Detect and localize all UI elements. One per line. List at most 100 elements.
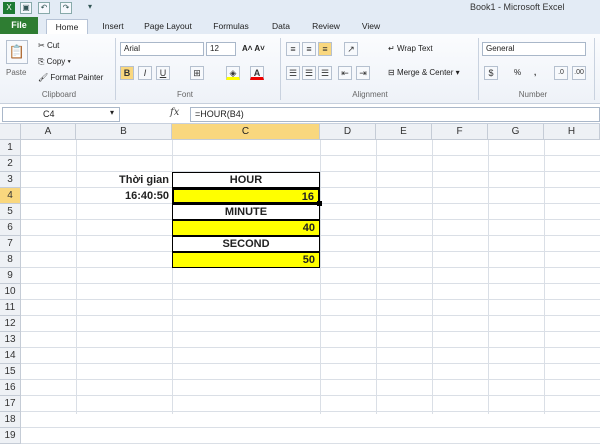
align-bottom-icon[interactable]: ≡ bbox=[318, 42, 332, 56]
row-header-17[interactable]: 17 bbox=[0, 396, 21, 412]
row-header-14[interactable]: 14 bbox=[0, 348, 21, 364]
align-left-icon[interactable]: ☰ bbox=[286, 66, 300, 80]
select-all-corner[interactable] bbox=[0, 124, 21, 140]
currency-icon[interactable]: $ bbox=[484, 66, 498, 80]
percent-button[interactable]: % bbox=[514, 66, 521, 80]
row-header-19[interactable]: 19 bbox=[0, 428, 21, 444]
cell-b3[interactable]: Thời gian bbox=[77, 172, 171, 188]
tab-data[interactable]: Data bbox=[266, 19, 296, 34]
column-header-a[interactable]: A bbox=[21, 124, 76, 140]
window-title: Book1 - Microsoft Excel bbox=[470, 2, 565, 12]
comma-button[interactable]: , bbox=[534, 66, 536, 80]
font-color-icon[interactable]: A bbox=[250, 66, 264, 80]
group-divider bbox=[280, 38, 281, 100]
cell-c8[interactable]: 50 bbox=[172, 252, 320, 268]
group-clipboard-label: Clipboard bbox=[41, 90, 77, 99]
decrease-indent-icon[interactable]: ⇤ bbox=[338, 66, 352, 80]
row-header-8[interactable]: 8 bbox=[0, 252, 21, 268]
tab-formulas[interactable]: Formulas bbox=[208, 19, 254, 34]
tab-home[interactable]: Home bbox=[46, 19, 88, 34]
align-right-icon[interactable]: ☰ bbox=[318, 66, 332, 80]
decrease-decimal-icon[interactable]: .00 bbox=[572, 66, 586, 80]
tab-file[interactable]: File bbox=[0, 17, 38, 34]
row-header-1[interactable]: 1 bbox=[0, 140, 21, 156]
cell-c6[interactable]: 40 bbox=[172, 220, 320, 236]
row-header-12[interactable]: 12 bbox=[0, 316, 21, 332]
paste-icon[interactable]: 📋 bbox=[6, 40, 28, 64]
redo-icon[interactable]: ↷ bbox=[60, 2, 72, 14]
row-header-5[interactable]: 5 bbox=[0, 204, 21, 220]
spreadsheet-grid[interactable]: A B C D E F G H 1 2 3 4 5 6 7 8 9 10 11 12 13 14 15 16 1… bbox=[0, 124, 600, 444]
copy-label: Copy bbox=[46, 57, 66, 66]
row-header-15[interactable]: 15 bbox=[0, 364, 21, 380]
row-header-10[interactable]: 10 bbox=[0, 284, 21, 300]
column-header-b[interactable]: B bbox=[76, 124, 172, 140]
row-header-9[interactable]: 9 bbox=[0, 268, 21, 284]
copy-button[interactable]: ⎘ Copy ▾ bbox=[38, 55, 71, 69]
column-header-g[interactable]: G bbox=[488, 124, 544, 140]
scissors-icon: ✂ bbox=[38, 41, 47, 50]
column-header-f[interactable]: F bbox=[432, 124, 488, 140]
cell-c5[interactable]: MINUTE bbox=[172, 204, 320, 220]
gridline bbox=[320, 140, 321, 414]
cell-b4[interactable]: 16:40:50 bbox=[77, 188, 171, 204]
tab-insert[interactable]: Insert bbox=[96, 19, 130, 34]
align-center-icon[interactable]: ☰ bbox=[302, 66, 316, 80]
wrap-text-button[interactable]: ↵ Wrap Text bbox=[388, 42, 433, 56]
merge-center-button[interactable]: ⊟ Merge & Center ▾ bbox=[388, 66, 460, 80]
cut-label: Cut bbox=[46, 41, 60, 50]
insert-function-button[interactable]: fx bbox=[170, 107, 179, 118]
cell-c4[interactable]: 16 bbox=[172, 188, 320, 204]
fill-color-icon[interactable]: ◈ bbox=[226, 66, 240, 80]
increase-indent-icon[interactable]: ⇥ bbox=[356, 66, 370, 80]
row-header-2[interactable]: 2 bbox=[0, 156, 21, 172]
formula-input[interactable]: =HOUR(B4) bbox=[190, 107, 600, 122]
italic-button[interactable]: I bbox=[138, 66, 152, 80]
paste-button[interactable]: Paste bbox=[6, 66, 26, 80]
customize-quick-access-icon[interactable]: ▾ bbox=[84, 2, 96, 14]
row-header-7[interactable]: 7 bbox=[0, 236, 21, 252]
gridline bbox=[376, 140, 377, 414]
grow-font-icon[interactable]: A˄ A˅ bbox=[242, 42, 265, 56]
fill-handle[interactable] bbox=[317, 201, 322, 206]
row-header-3[interactable]: 3 bbox=[0, 172, 21, 188]
borders-icon[interactable]: ⊞ bbox=[190, 66, 204, 80]
row-header-16[interactable]: 16 bbox=[0, 380, 21, 396]
column-header-h[interactable]: H bbox=[544, 124, 600, 140]
name-box-dropdown-icon[interactable]: ▾ bbox=[110, 108, 114, 117]
row-header-4[interactable]: 4 bbox=[0, 188, 21, 204]
align-middle-icon[interactable]: ≡ bbox=[302, 42, 316, 56]
column-header-d[interactable]: D bbox=[320, 124, 376, 140]
cell-c3[interactable]: HOUR bbox=[172, 172, 320, 188]
row-header-6[interactable]: 6 bbox=[0, 220, 21, 236]
merge-center-label: Merge & Center bbox=[396, 68, 454, 77]
undo-icon[interactable]: ↶ bbox=[38, 2, 50, 14]
row-header-11[interactable]: 11 bbox=[0, 300, 21, 316]
orientation-icon[interactable]: ↗ bbox=[344, 42, 358, 56]
gridline bbox=[21, 363, 600, 364]
save-icon[interactable]: ▣ bbox=[20, 2, 32, 14]
tab-review[interactable]: Review bbox=[306, 19, 346, 34]
cut-button[interactable]: ✂ Cut bbox=[38, 39, 59, 53]
gridline bbox=[21, 299, 600, 300]
gridline bbox=[21, 427, 600, 428]
name-box[interactable]: C4 bbox=[2, 107, 120, 122]
format-painter-button[interactable]: 🖌 Format Painter bbox=[38, 71, 103, 85]
column-header-c[interactable]: C bbox=[172, 124, 320, 140]
column-header-e[interactable]: E bbox=[376, 124, 432, 140]
wrap-text-icon: ↵ bbox=[388, 44, 397, 53]
group-font-label: Font bbox=[176, 90, 193, 99]
increase-decimal-icon[interactable]: .0 bbox=[554, 66, 568, 80]
bold-button[interactable]: B bbox=[120, 66, 134, 80]
align-top-icon[interactable]: ≡ bbox=[286, 42, 300, 56]
tab-view[interactable]: View bbox=[356, 19, 386, 34]
row-header-13[interactable]: 13 bbox=[0, 332, 21, 348]
tab-page-layout[interactable]: Page Layout bbox=[138, 19, 198, 34]
underline-button[interactable]: U bbox=[156, 66, 170, 80]
gridline bbox=[21, 283, 600, 284]
number-format-select[interactable]: General bbox=[482, 42, 586, 56]
row-header-18[interactable]: 18 bbox=[0, 412, 21, 428]
cell-c7[interactable]: SECOND bbox=[172, 236, 320, 252]
font-size-select[interactable]: 12 bbox=[206, 42, 236, 56]
font-name-select[interactable]: Arial bbox=[120, 42, 204, 56]
